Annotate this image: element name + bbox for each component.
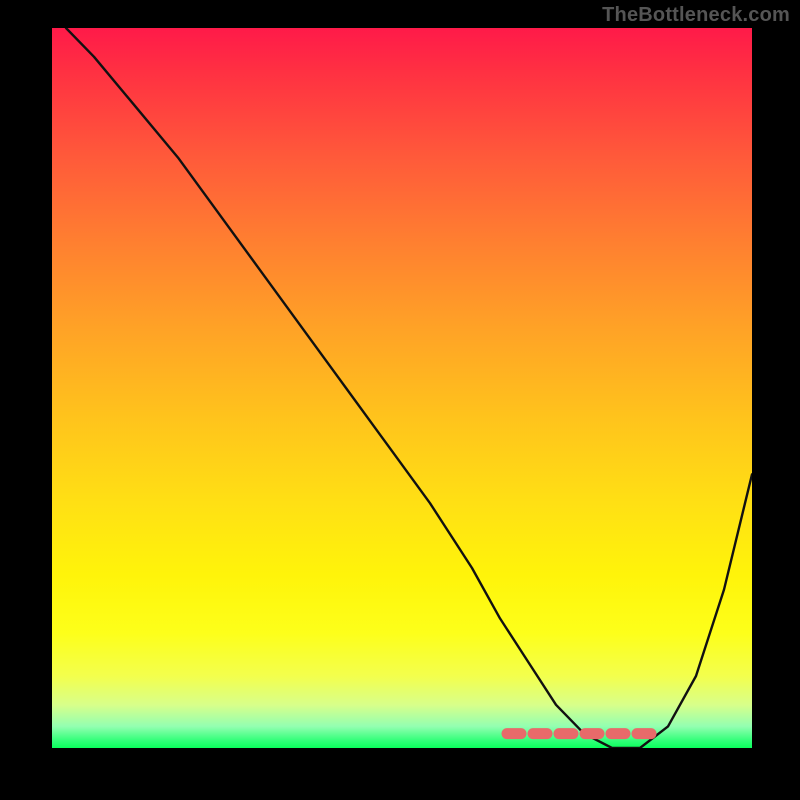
heatmap-gradient-plot <box>52 28 752 748</box>
watermark-label: TheBottleneck.com <box>602 4 790 27</box>
bottleneck-curve-svg <box>52 28 752 748</box>
bottleneck-curve <box>66 28 752 748</box>
